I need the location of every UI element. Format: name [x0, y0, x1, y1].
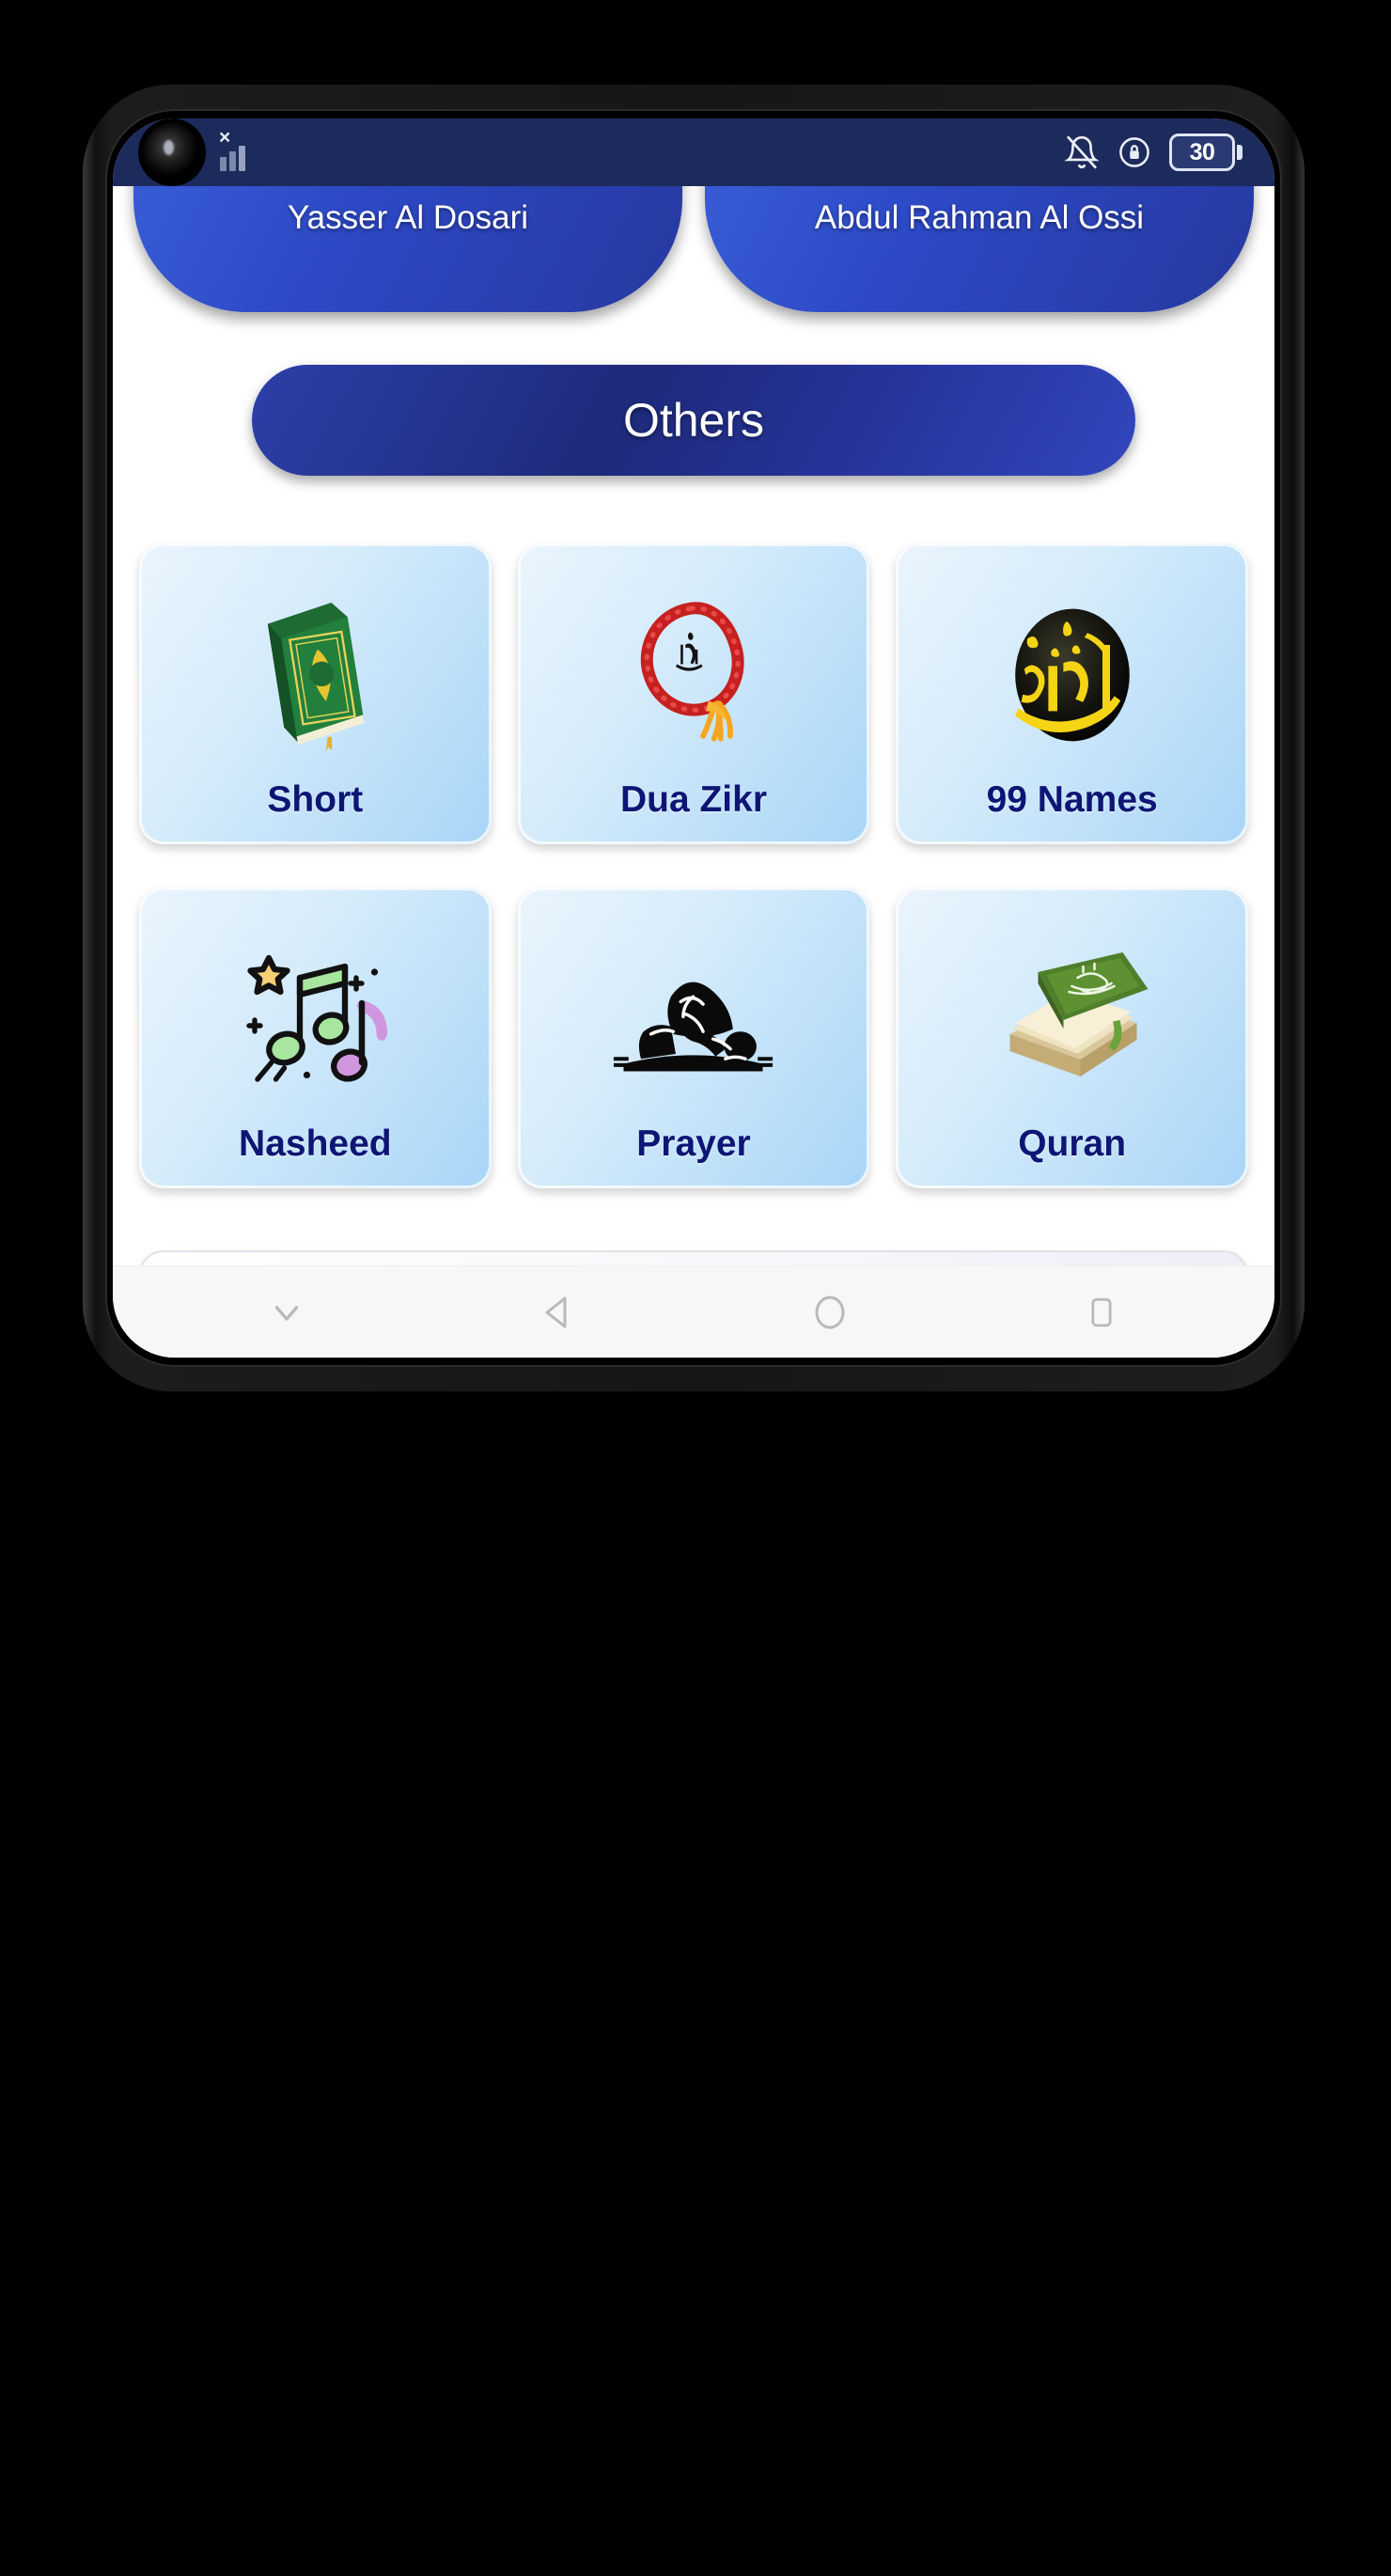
tile-label: Quran [1018, 1123, 1127, 1165]
quran-book-icon [905, 912, 1239, 1125]
others-button-container: Others [113, 365, 1274, 476]
tile-short[interactable]: Short [139, 543, 492, 844]
tile-label: Nasheed [239, 1123, 392, 1165]
reciter-name-label: Yasser Al Dosari [287, 199, 529, 237]
tile-99-names[interactable]: 99 Names [896, 543, 1248, 844]
tile-label: Dua Zikr [619, 779, 768, 821]
others-button-label: Others [622, 394, 765, 447]
tips-of-the-day-card: Tips Of The Day Start and end your day w… [139, 1250, 1248, 1265]
phone-device-frame: × 30 Yasser Al Dosari Abdul Rahman Al Os… [83, 85, 1305, 1391]
tile-dua-zikr[interactable]: Dua Zikr [517, 543, 870, 844]
battery-status-indicator: 30 [1169, 134, 1243, 171]
quran-book-green-icon [148, 568, 482, 781]
status-bar-right: 30 [1064, 134, 1243, 171]
rotation-lock-icon [1117, 134, 1152, 170]
status-bar-left: × [139, 123, 263, 181]
others-button[interactable]: Others [252, 365, 1135, 476]
tile-label: Prayer [636, 1123, 751, 1165]
feature-tile-grid-row-1: Short Dua Zikr 99 Names [113, 543, 1274, 844]
tile-prayer[interactable]: Prayer [517, 887, 870, 1188]
phone-screen: × 30 Yasser Al Dosari Abdul Rahman Al Os… [113, 118, 1274, 1358]
screenshot-stage: × 30 Yasser Al Dosari Abdul Rahman Al Os… [0, 0, 1391, 2576]
app-content-scroll[interactable]: Yasser Al Dosari Abdul Rahman Al Ossi Ot… [113, 186, 1274, 1265]
battery-level-label: 30 [1189, 138, 1215, 165]
allah-calligraphy-icon [905, 568, 1239, 781]
tile-label: 99 Names [986, 779, 1158, 821]
reciter-card-row: Yasser Al Dosari Abdul Rahman Al Ossi [113, 186, 1274, 312]
status-bar: × 30 [113, 118, 1274, 186]
reciter-name-label: Abdul Rahman Al Ossi [814, 199, 1145, 237]
signal-no-service-badge: × [219, 127, 231, 149]
phone-bezel: × 30 Yasser Al Dosari Abdul Rahman Al Os… [105, 109, 1282, 1367]
tile-nasheed[interactable]: Nasheed [139, 887, 492, 1188]
music-notes-icon [148, 912, 482, 1125]
hide-keyboard-chevron-icon[interactable] [230, 1266, 343, 1359]
tile-quran[interactable]: Quran [896, 887, 1248, 1188]
sujood-prayer-icon [527, 912, 861, 1125]
tile-label: Short [267, 779, 364, 821]
back-triangle-icon[interactable] [502, 1266, 615, 1359]
reciter-card-abdul-rahman-al-ossi[interactable]: Abdul Rahman Al Ossi [705, 186, 1254, 312]
home-circle-icon[interactable] [774, 1266, 886, 1359]
reciter-card-yasser-al-dosari[interactable]: Yasser Al Dosari [133, 186, 682, 312]
prayer-beads-icon [527, 568, 861, 781]
feature-tile-grid-row-2: Nasheed Prayer Quran [113, 887, 1274, 1188]
punch-hole-camera-icon [143, 123, 201, 181]
signal-bars-no-service-icon: × [219, 128, 263, 171]
recents-square-icon[interactable] [1045, 1266, 1158, 1359]
bell-muted-icon [1064, 134, 1100, 171]
android-navigation-bar [113, 1265, 1274, 1358]
